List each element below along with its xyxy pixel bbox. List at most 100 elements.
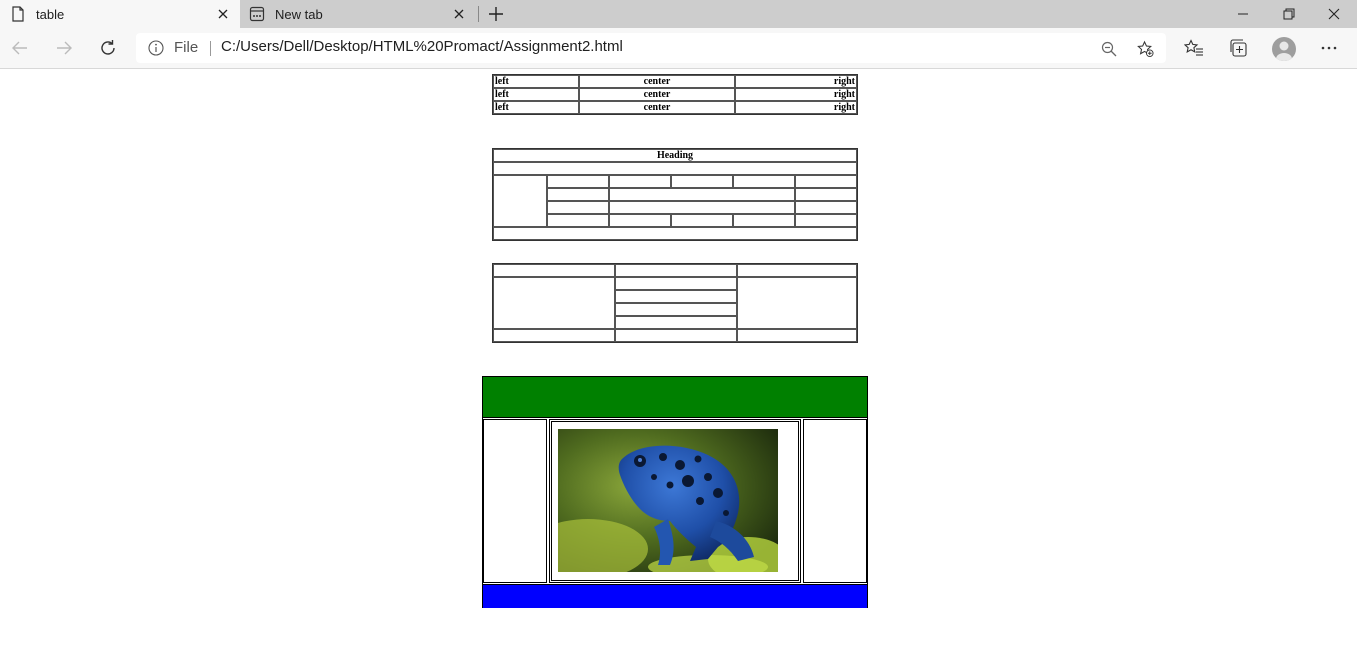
table-cell <box>609 188 795 201</box>
add-favorite-icon[interactable] <box>1137 40 1154 57</box>
table-cell: left <box>493 101 579 114</box>
refresh-button[interactable] <box>96 36 120 60</box>
address-bar[interactable]: File C:/Users/Dell/Desktop/HTML%20Promac… <box>136 33 1166 63</box>
table-cell <box>547 188 609 201</box>
table-row <box>493 277 857 329</box>
table-row <box>493 329 857 342</box>
restore-button[interactable] <box>1266 0 1312 28</box>
table-cell <box>615 277 737 290</box>
table-cell <box>615 264 737 277</box>
span-table <box>492 263 858 343</box>
table-cell <box>737 329 857 342</box>
zoom-out-icon[interactable] <box>1100 40 1117 57</box>
table-row <box>493 201 857 214</box>
page-content: left center right left center right left… <box>0 69 1357 648</box>
close-tab-icon[interactable] <box>452 7 466 21</box>
page-icon <box>10 6 26 22</box>
table-row <box>493 227 857 240</box>
table-cell <box>493 329 615 342</box>
frog-image <box>558 429 778 572</box>
table-row: left center right <box>493 75 857 88</box>
table-cell: right <box>735 75 857 88</box>
table-cell <box>493 162 857 175</box>
close-window-button[interactable] <box>1311 0 1357 28</box>
minimize-icon <box>1238 13 1248 15</box>
table-cell <box>493 277 615 329</box>
table-cell <box>493 264 615 277</box>
table-row: Heading <box>493 149 857 162</box>
table-cell <box>737 277 857 329</box>
profile-avatar[interactable] <box>1272 37 1296 61</box>
new-tab-button[interactable] <box>486 4 506 24</box>
table-cell: center <box>579 101 735 114</box>
table-cell <box>795 175 857 188</box>
table-cell: right <box>735 88 857 101</box>
table-cell <box>733 214 795 227</box>
scheme-label: File <box>174 39 199 56</box>
table-cell <box>737 264 857 277</box>
settings-more-button[interactable] <box>1317 36 1341 60</box>
info-icon <box>148 40 164 56</box>
blue-footer-cell <box>483 584 867 608</box>
restore-icon <box>1283 8 1295 20</box>
left-cell <box>483 419 547 583</box>
close-icon <box>1328 8 1340 20</box>
forward-arrow-icon <box>57 41 72 55</box>
omnibox-divider <box>210 41 211 56</box>
browser-toolbar: File C:/Users/Dell/Desktop/HTML%20Promac… <box>0 28 1357 69</box>
table-cell <box>493 175 547 227</box>
favorites-button[interactable] <box>1182 36 1206 60</box>
table-cell <box>493 227 857 240</box>
more-icon <box>1321 46 1337 50</box>
alignment-table: left center right left center right left… <box>492 74 858 115</box>
table-row <box>493 162 857 175</box>
heading-table: Heading <box>492 148 858 241</box>
tab-table[interactable]: table <box>0 0 240 28</box>
table-heading: Heading <box>493 149 857 162</box>
table-cell: center <box>579 75 735 88</box>
tab-label: New tab <box>275 6 323 22</box>
table-row <box>493 188 857 201</box>
table-cell <box>547 201 609 214</box>
table-cell <box>615 290 737 303</box>
table-cell: center <box>579 88 735 101</box>
table-cell <box>547 214 609 227</box>
table-cell <box>609 175 671 188</box>
favorites-icon <box>1184 39 1203 56</box>
green-header-cell <box>483 377 867 418</box>
table-cell <box>615 303 737 316</box>
table-cell <box>547 175 609 188</box>
table-cell: left <box>493 75 579 88</box>
table-row: left center right <box>493 88 857 101</box>
minimize-button[interactable] <box>1220 0 1266 28</box>
table-cell <box>609 214 671 227</box>
plus-icon <box>489 7 503 21</box>
table-cell: left <box>493 88 579 101</box>
table-cell <box>733 175 795 188</box>
right-cell <box>803 419 867 583</box>
new-tab-page-icon <box>249 6 265 22</box>
table-cell <box>615 329 737 342</box>
collections-button[interactable] <box>1226 36 1250 60</box>
tab-separator <box>478 6 479 22</box>
tab-strip: table New tab <box>0 0 1357 28</box>
tab-label: table <box>36 6 65 22</box>
table-row: left center right <box>493 101 857 114</box>
tab-new-tab[interactable]: New tab <box>240 0 476 28</box>
back-arrow-icon <box>12 41 27 55</box>
table-row <box>493 214 857 227</box>
table-cell <box>609 201 795 214</box>
url-text[interactable]: C:/Users/Dell/Desktop/HTML%20Promact/Ass… <box>221 38 623 55</box>
collections-icon <box>1230 39 1247 57</box>
image-layout-table <box>482 376 868 608</box>
table-cell <box>671 214 733 227</box>
refresh-icon <box>101 40 115 55</box>
table-cell <box>615 316 737 329</box>
close-tab-icon[interactable] <box>216 7 230 21</box>
table-cell: right <box>735 101 857 114</box>
table-cell <box>671 175 733 188</box>
table-cell <box>795 214 857 227</box>
forward-button[interactable] <box>52 36 76 60</box>
table-cell <box>795 201 857 214</box>
back-button[interactable] <box>8 36 32 60</box>
